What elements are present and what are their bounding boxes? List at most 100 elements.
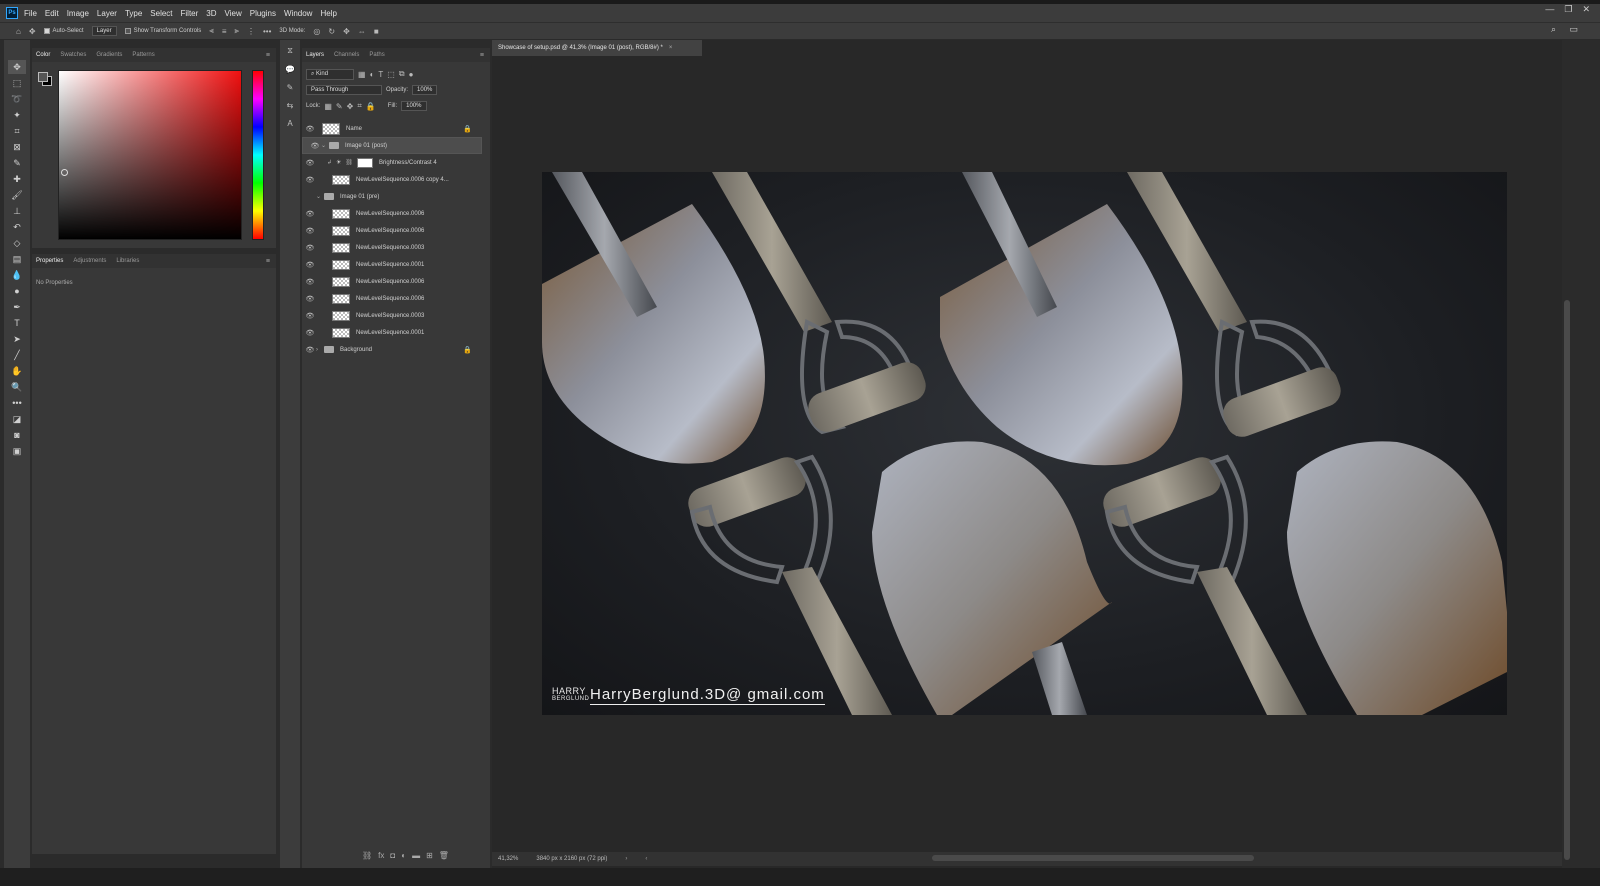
filter-smart-object-icon[interactable]: ⧉ xyxy=(399,69,405,79)
adjustments-panel-icon[interactable]: ⇆ xyxy=(283,98,297,112)
visibility-eye-icon[interactable]: 👁 xyxy=(304,295,316,303)
tab-swatches[interactable]: Swatches xyxy=(60,52,86,58)
lock-artboard-icon[interactable]: ⌗ xyxy=(357,101,362,111)
glyphs-panel-icon[interactable]: A xyxy=(283,116,297,130)
visibility-eye-icon[interactable]: 👁 xyxy=(304,329,316,337)
search-icon[interactable]: ⌕ xyxy=(1551,24,1556,35)
healing-brush-tool-icon[interactable]: ✚ xyxy=(8,172,26,186)
panel-menu-icon[interactable]: ≡ xyxy=(480,52,484,59)
3d-slide-icon[interactable]: ⇔ xyxy=(358,27,366,36)
close-button[interactable]: ✕ xyxy=(1582,4,1590,15)
history-brush-tool-icon[interactable]: ↶ xyxy=(8,220,26,234)
layer-row[interactable]: 👁 Name 🔒 xyxy=(302,120,482,137)
blend-mode-dropdown[interactable]: Pass Through xyxy=(306,85,382,95)
close-tab-icon[interactable]: × xyxy=(669,45,673,51)
show-transform-checkbox[interactable]: Show Transform Controls xyxy=(124,28,201,34)
color-picker-field[interactable] xyxy=(58,70,242,240)
path-selection-tool-icon[interactable]: ➤ xyxy=(8,332,26,346)
link-layers-icon[interactable]: ⛓ xyxy=(362,851,372,860)
chevron-left-icon[interactable]: ‹ xyxy=(645,856,647,862)
frame-tool-icon[interactable]: ⊠ xyxy=(8,140,26,154)
foreground-background-swatch-icon[interactable]: ◪ xyxy=(8,412,26,426)
layer-row[interactable]: 👁 NewLevelSequence.0006 xyxy=(302,290,482,307)
tab-properties[interactable]: Properties xyxy=(36,258,63,264)
lock-pixels-icon[interactable]: ✎ xyxy=(336,102,343,111)
menu-type[interactable]: Type xyxy=(125,9,142,18)
filter-toggle-icon[interactable]: ● xyxy=(409,70,414,79)
layer-row[interactable]: 👁 NewLevelSequence.0003 xyxy=(302,307,482,324)
3d-camera-icon[interactable]: ■ xyxy=(374,27,379,36)
chevron-right-icon[interactable]: › xyxy=(316,347,324,353)
menu-help[interactable]: Help xyxy=(320,9,336,18)
tab-adjustments[interactable]: Adjustments xyxy=(73,258,106,264)
foreground-color-swatch[interactable] xyxy=(38,72,48,82)
filter-adjustment-icon[interactable]: ◐ xyxy=(370,70,375,79)
more-options-icon[interactable]: ••• xyxy=(263,27,271,36)
blur-tool-icon[interactable]: 💧 xyxy=(8,268,26,282)
tab-channels[interactable]: Channels xyxy=(334,52,359,58)
auto-select-target-dropdown[interactable]: Layer xyxy=(91,26,117,36)
eraser-tool-icon[interactable]: ◇ xyxy=(8,236,26,250)
move-tool-icon[interactable]: ✥ xyxy=(8,60,26,74)
move-tool-icon[interactable]: ✥ xyxy=(29,27,36,36)
tab-color[interactable]: Color xyxy=(36,52,50,58)
add-mask-icon[interactable]: ◘ xyxy=(390,851,395,860)
filter-pixel-icon[interactable]: ▦ xyxy=(358,70,366,79)
menu-edit[interactable]: Edit xyxy=(45,9,59,18)
home-icon[interactable]: ⌂ xyxy=(16,27,21,36)
tab-patterns[interactable]: Patterns xyxy=(132,52,154,58)
new-layer-icon[interactable]: ⊞ xyxy=(426,851,433,860)
align-left-icon[interactable]: ⫷ xyxy=(209,26,214,36)
lock-position-icon[interactable]: ✥ xyxy=(347,102,354,111)
layer-row[interactable]: 👁 › Background 🔒 xyxy=(302,341,482,358)
visibility-eye-icon[interactable]: 👁 xyxy=(304,278,316,286)
brush-settings-icon[interactable]: ✎ xyxy=(283,80,297,94)
chevron-down-icon[interactable]: ⌄ xyxy=(321,142,329,149)
lock-transparency-icon[interactable]: ▦ xyxy=(324,102,332,111)
menu-file[interactable]: File xyxy=(24,9,37,18)
lasso-tool-icon[interactable]: ➰ xyxy=(8,92,26,106)
visibility-eye-icon[interactable]: 👁 xyxy=(304,176,316,184)
filter-type-icon[interactable]: T xyxy=(378,70,383,79)
menu-view[interactable]: View xyxy=(225,9,242,18)
quick-mask-icon[interactable]: ◙ xyxy=(8,428,26,442)
vertical-scrollbar[interactable] xyxy=(1564,300,1570,860)
history-panel-icon[interactable]: ⧖ xyxy=(283,44,297,58)
align-center-icon[interactable]: ≡ xyxy=(222,27,227,36)
layer-row[interactable]: ⌄ Image 01 (pre) xyxy=(302,188,482,205)
lock-all-icon[interactable]: 🔒 xyxy=(366,102,376,111)
zoom-tool-icon[interactable]: 🔍 xyxy=(8,380,26,394)
new-group-icon[interactable]: ▬ xyxy=(412,851,420,860)
type-tool-icon[interactable]: T xyxy=(8,316,26,330)
panel-menu-icon[interactable]: ≡ xyxy=(266,52,270,59)
3d-roll-icon[interactable]: ↻ xyxy=(328,27,335,36)
align-right-icon[interactable]: ⫸ xyxy=(234,26,239,36)
layer-row[interactable]: 👁 NewLevelSequence.0006 xyxy=(302,222,482,239)
brush-tool-icon[interactable]: 🖌 xyxy=(8,188,26,202)
menu-filter[interactable]: Filter xyxy=(181,9,199,18)
layer-row[interactable]: 👁 NewLevelSequence.0001 xyxy=(302,324,482,341)
document-dimensions[interactable]: 3840 px x 2160 px (72 ppi) xyxy=(536,856,607,862)
zoom-level[interactable]: 41,32% xyxy=(498,856,518,862)
filter-kind-dropdown[interactable]: ⌕ Kind xyxy=(306,68,354,80)
line-tool-icon[interactable]: ╱ xyxy=(8,348,26,362)
tab-layers[interactable]: Layers xyxy=(306,52,324,58)
visibility-eye-icon[interactable]: 👁 xyxy=(304,261,316,269)
visibility-eye-icon[interactable]: 👁 xyxy=(304,244,316,252)
delete-layer-icon[interactable]: 🗑 xyxy=(439,851,449,860)
3d-pan-icon[interactable]: ✥ xyxy=(343,27,350,36)
tab-libraries[interactable]: Libraries xyxy=(116,258,139,264)
visibility-eye-icon[interactable]: 👁 xyxy=(304,210,316,218)
marquee-tool-icon[interactable]: ⬚ xyxy=(8,76,26,90)
document-tab[interactable]: Showcase of setup.psd @ 41,3% (Image 01 … xyxy=(492,40,702,56)
layer-row[interactable]: 👁 NewLevelSequence.0006 xyxy=(302,273,482,290)
layer-row[interactable]: 👁 NewLevelSequence.0006 copy 4... xyxy=(302,171,482,188)
comments-panel-icon[interactable]: 💬 xyxy=(283,62,297,76)
visibility-eye-icon[interactable]: 👁 xyxy=(304,346,316,354)
color-picker-handle[interactable] xyxy=(61,169,68,176)
distribute-icon[interactable]: ⋮ xyxy=(247,27,255,36)
eyedropper-tool-icon[interactable]: ✎ xyxy=(8,156,26,170)
menu-plugins[interactable]: Plugins xyxy=(250,9,276,18)
menu-3d[interactable]: 3D xyxy=(206,9,216,18)
opacity-field[interactable]: 100% xyxy=(412,85,438,95)
